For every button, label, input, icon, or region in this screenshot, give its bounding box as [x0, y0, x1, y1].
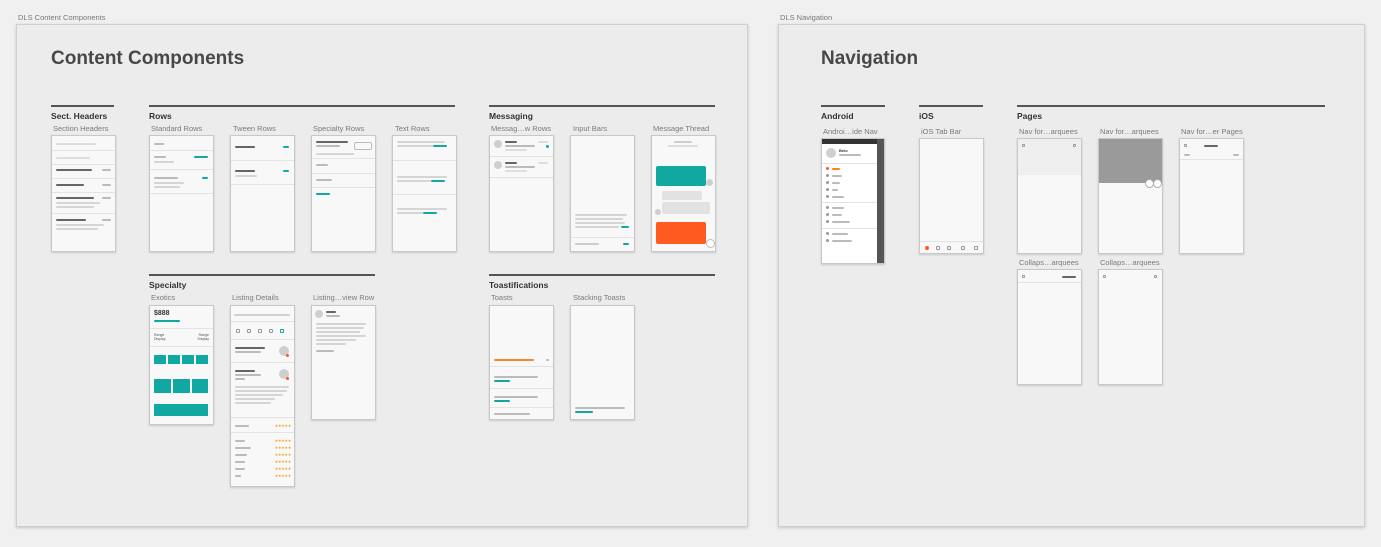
artboard-nav-marquees-2[interactable]	[1098, 138, 1163, 254]
artboard-label[interactable]: Listing…view Row	[313, 293, 374, 302]
artboard-collaps-marquees-2[interactable]	[1098, 269, 1163, 385]
artboard-label[interactable]: Messag…w Rows	[491, 124, 551, 133]
section-title: Sect. Headers	[51, 111, 108, 121]
side-nav-user: Belo	[839, 148, 848, 153]
section-android: Android	[821, 105, 885, 121]
frame-label-navigation[interactable]: DLS Navigation	[780, 13, 832, 22]
artboard-label[interactable]: Message Thread	[653, 124, 709, 133]
artboard-text-rows[interactable]	[392, 135, 457, 252]
artboard-label[interactable]: Toasts	[491, 293, 513, 302]
artboard-label[interactable]: Listing Details	[232, 293, 279, 302]
exotics-left-label: Range Display	[154, 333, 166, 341]
artboard-label[interactable]: Nav for…arquees	[1019, 127, 1078, 136]
section-sect-headers: Sect. Headers	[51, 105, 114, 121]
frame-label-content[interactable]: DLS Content Components	[18, 13, 106, 22]
section-title: Android	[821, 111, 854, 121]
artboard-stacking-toasts[interactable]	[570, 305, 635, 420]
artboard-label[interactable]: iOS Tab Bar	[921, 127, 961, 136]
artboard-toasts[interactable]	[489, 305, 554, 420]
artboard-label[interactable]: Androi…ide Nav	[823, 127, 878, 136]
artboard-label[interactable]: Standard Rows	[151, 124, 202, 133]
artboard-specialty-rows[interactable]	[311, 135, 376, 252]
artboard-exotics[interactable]: $888 Range Display Range Display	[149, 305, 214, 425]
artboard-listing-details[interactable]: ★★★★★ ★★★★★ ★★★★★ ★★★★★ ★★★★★ ★★★★★ ★★★★…	[230, 305, 295, 487]
section-ios: iOS	[919, 105, 983, 121]
artboard-label[interactable]: Nav for…arquees	[1100, 127, 1159, 136]
board-title-navigation: Navigation	[821, 48, 919, 69]
artboard-label[interactable]: Nav for…er Pages	[1181, 127, 1243, 136]
artboard-label[interactable]: Tween Rows	[233, 124, 276, 133]
artboard-ios-tab-bar[interactable]	[919, 138, 984, 254]
artboard-label[interactable]: Specialty Rows	[313, 124, 364, 133]
section-messaging: Messaging	[489, 105, 715, 121]
artboard-collaps-marquees-1[interactable]	[1017, 269, 1082, 385]
section-title: Specialty	[149, 280, 187, 290]
section-rows: Rows	[149, 105, 455, 121]
artboard-listing-review-row[interactable]	[311, 305, 376, 420]
board-title-content: Content Components	[51, 48, 245, 69]
section-title: Pages	[1017, 111, 1043, 121]
artboard-label[interactable]: Stacking Toasts	[573, 293, 625, 302]
artboard-label[interactable]: Text Rows	[395, 124, 430, 133]
artboard-nav-marquees-1[interactable]	[1017, 138, 1082, 254]
section-title: iOS	[919, 111, 934, 121]
artboard-nav-pages[interactable]	[1179, 138, 1244, 254]
artboard-input-bars[interactable]	[570, 135, 635, 252]
section-title: Rows	[149, 111, 172, 121]
artboard-android-side-nav[interactable]: Belo	[821, 138, 885, 264]
artboard-tween-rows[interactable]	[230, 135, 295, 252]
artboard-label[interactable]: Exotics	[151, 293, 175, 302]
section-title: Toastifications	[489, 280, 549, 290]
navigation-board[interactable]: Navigation Android Androi…ide Nav Belo i…	[778, 24, 1365, 527]
artboard-label[interactable]: Collaps…arquees	[1100, 258, 1160, 267]
artboard-section-headers[interactable]	[51, 135, 116, 252]
artboard-label[interactable]: Collaps…arquees	[1019, 258, 1079, 267]
section-pages: Pages	[1017, 105, 1325, 121]
artboard-standard-rows[interactable]	[149, 135, 214, 252]
exotics-right-label: Range Display	[197, 333, 209, 341]
artboard-label[interactable]: Input Bars	[573, 124, 607, 133]
section-toastifications: Toastifications	[489, 274, 715, 290]
artboard-label[interactable]: Section Headers	[53, 124, 108, 133]
artboard-messaging-rows[interactable]	[489, 135, 554, 252]
exotics-price: $888	[154, 310, 170, 317]
artboard-message-thread[interactable]	[651, 135, 716, 252]
section-specialty: Specialty	[149, 274, 375, 290]
section-title: Messaging	[489, 111, 533, 121]
content-components-board[interactable]: Content Components Sect. Headers Section…	[16, 24, 748, 527]
